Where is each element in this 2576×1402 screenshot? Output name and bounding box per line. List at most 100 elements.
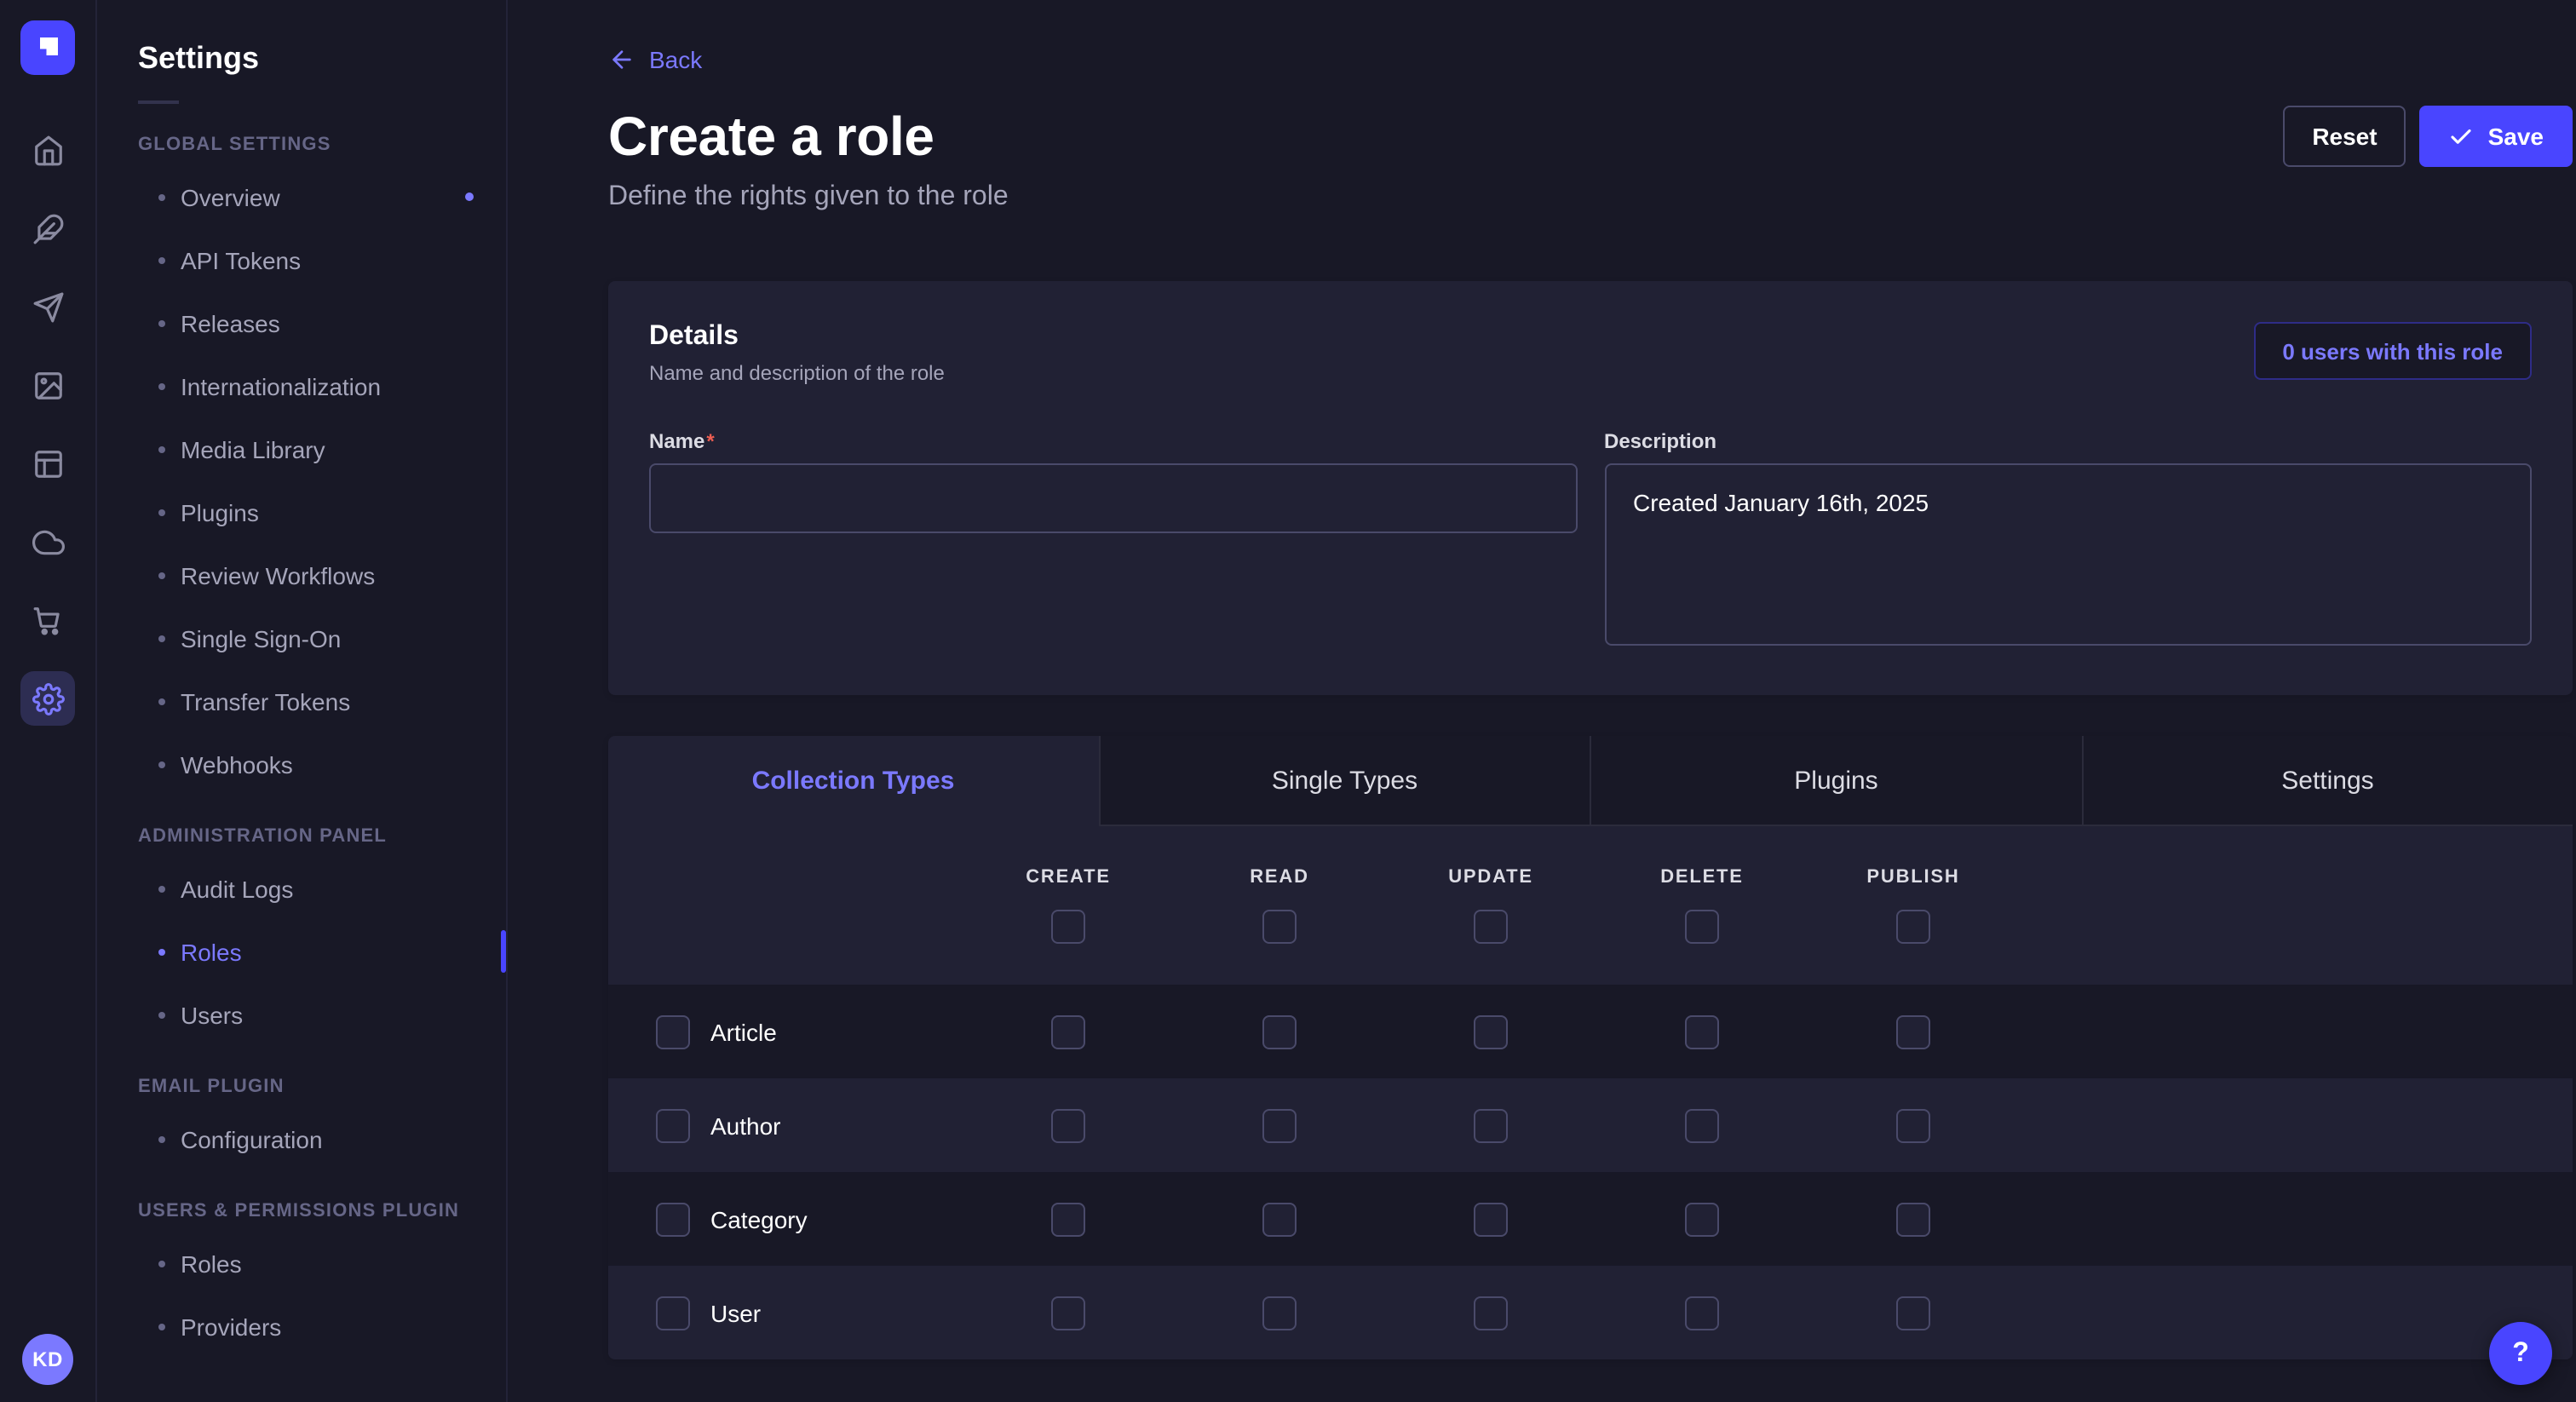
checkbox-article-publish[interactable] — [1896, 1014, 1930, 1049]
select-all-create-checkbox[interactable] — [1051, 910, 1085, 944]
row-select-article-checkbox[interactable] — [656, 1014, 690, 1049]
sidebar-item-overview[interactable]: Overview — [97, 165, 506, 228]
select-all-publish-checkbox[interactable] — [1896, 910, 1930, 944]
tab-plugins[interactable]: Plugins — [1591, 736, 2083, 826]
checkbox-article-create[interactable] — [1051, 1014, 1085, 1049]
check-icon — [2449, 124, 2475, 149]
app-window: KD Settings GLOBAL SETTINGS Overview API… — [0, 0, 2576, 1402]
bullet-icon — [158, 256, 165, 263]
bullet-icon — [158, 885, 165, 892]
description-field-group: Description Created January 16th, 2025 — [1604, 429, 2532, 654]
description-textarea[interactable]: Created January 16th, 2025 — [1604, 463, 2532, 646]
checkbox-user-delete[interactable] — [1685, 1296, 1719, 1330]
checkbox-category-read[interactable] — [1262, 1202, 1297, 1236]
notification-dot-icon — [465, 192, 474, 201]
bullet-icon — [158, 193, 165, 200]
bullet-icon — [158, 445, 165, 452]
sidebar-divider — [138, 101, 179, 104]
checkbox-category-publish[interactable] — [1896, 1202, 1930, 1236]
nav-content-manager-button[interactable] — [20, 436, 75, 491]
row-select-author-checkbox[interactable] — [656, 1108, 690, 1142]
tab-collection-types[interactable]: Collection Types — [608, 736, 1100, 826]
sidebar-item-label: Roles — [181, 938, 242, 965]
checkbox-author-read[interactable] — [1262, 1108, 1297, 1142]
sidebar-item-transfer-tokens[interactable]: Transfer Tokens — [97, 669, 506, 733]
back-label: Back — [649, 46, 702, 73]
nav-cloud-button[interactable] — [20, 514, 75, 569]
sidebar-item-review-workflows[interactable]: Review Workflows — [97, 543, 506, 606]
bullet-icon — [158, 572, 165, 578]
media-library-icon — [32, 369, 64, 401]
checkbox-category-update[interactable] — [1474, 1202, 1508, 1236]
row-select-user-checkbox[interactable] — [656, 1296, 690, 1330]
checkbox-author-delete[interactable] — [1685, 1108, 1719, 1142]
sidebar-item-webhooks[interactable]: Webhooks — [97, 733, 506, 796]
select-all-update-checkbox[interactable] — [1474, 910, 1508, 944]
column-header-delete: DELETE — [1596, 867, 1808, 944]
checkbox-article-read[interactable] — [1262, 1014, 1297, 1049]
reset-button[interactable]: Reset — [2283, 106, 2406, 167]
sidebar-item-plugins[interactable]: Plugins — [97, 480, 506, 543]
sidebar-item-internationalization[interactable]: Internationalization — [97, 354, 506, 417]
question-mark-icon: ? — [2512, 1338, 2529, 1369]
bullet-icon — [158, 1323, 165, 1330]
nav-home-button[interactable] — [20, 123, 75, 177]
nav-deploy-button[interactable] — [20, 279, 75, 334]
checkbox-user-update[interactable] — [1474, 1296, 1508, 1330]
sidebar-item-label: API Tokens — [181, 246, 301, 273]
checkbox-user-create[interactable] — [1051, 1296, 1085, 1330]
permission-row-article: Article — [608, 985, 2573, 1078]
sidebar-item-roles[interactable]: Roles — [97, 920, 506, 983]
save-label: Save — [2488, 123, 2544, 150]
sidebar-item-single-sign-on[interactable]: Single Sign-On — [97, 606, 506, 669]
sidebar-item-api-tokens[interactable]: API Tokens — [97, 228, 506, 291]
paper-plane-icon — [32, 290, 64, 323]
permissions-card: Collection Types Single Types Plugins Se… — [608, 736, 2573, 1359]
nav-media-library-button[interactable] — [20, 358, 75, 412]
sidebar-item-label: Configuration — [181, 1125, 323, 1152]
sidebar-item-configuration[interactable]: Configuration — [97, 1107, 506, 1170]
checkbox-article-delete[interactable] — [1685, 1014, 1719, 1049]
page-header: Create a role Define the rights given to… — [608, 106, 2573, 213]
tab-single-types[interactable]: Single Types — [1100, 736, 1591, 826]
back-link[interactable]: Back — [608, 46, 702, 73]
checkbox-author-create[interactable] — [1051, 1108, 1085, 1142]
users-with-role-button[interactable]: 0 users with this role — [2253, 322, 2532, 380]
checkbox-article-update[interactable] — [1474, 1014, 1508, 1049]
checkbox-category-create[interactable] — [1051, 1202, 1085, 1236]
sidebar-item-releases[interactable]: Releases — [97, 291, 506, 354]
permission-row-author: Author — [608, 1078, 2573, 1172]
checkbox-user-publish[interactable] — [1896, 1296, 1930, 1330]
strapi-logo[interactable] — [20, 20, 75, 75]
sidebar-title: Settings — [138, 41, 465, 77]
help-button[interactable]: ? — [2489, 1322, 2552, 1385]
sidebar-item-media-library[interactable]: Media Library — [97, 417, 506, 480]
bullet-icon — [158, 1011, 165, 1018]
sidebar-item-up-providers[interactable]: Providers — [97, 1295, 506, 1358]
nav-settings-button[interactable] — [20, 671, 75, 726]
save-button[interactable]: Save — [2420, 106, 2573, 167]
checkbox-author-update[interactable] — [1474, 1108, 1508, 1142]
nav-ecommerce-button[interactable] — [20, 593, 75, 647]
row-label: User — [710, 1299, 761, 1326]
checkbox-author-publish[interactable] — [1896, 1108, 1930, 1142]
sidebar-item-label: Releases — [181, 309, 280, 336]
description-label: Description — [1604, 429, 2532, 453]
checkbox-user-read[interactable] — [1262, 1296, 1297, 1330]
name-input[interactable] — [649, 463, 1577, 533]
select-all-read-checkbox[interactable] — [1262, 910, 1297, 944]
checkbox-category-delete[interactable] — [1685, 1202, 1719, 1236]
sidebar-item-up-roles[interactable]: Roles — [97, 1232, 506, 1295]
row-select-category-checkbox[interactable] — [656, 1202, 690, 1236]
row-label: Article — [710, 1018, 777, 1045]
main-content: Back Create a role Define the rights giv… — [508, 0, 2576, 1402]
nav-content-builder-button[interactable] — [20, 201, 75, 256]
row-label: Category — [710, 1205, 808, 1232]
strapi-logo-icon — [32, 32, 63, 63]
sidebar-item-users[interactable]: Users — [97, 983, 506, 1046]
select-all-delete-checkbox[interactable] — [1685, 910, 1719, 944]
active-indicator — [501, 930, 506, 973]
user-avatar[interactable]: KD — [22, 1334, 73, 1385]
sidebar-item-audit-logs[interactable]: Audit Logs — [97, 857, 506, 920]
tab-settings[interactable]: Settings — [2083, 736, 2573, 826]
